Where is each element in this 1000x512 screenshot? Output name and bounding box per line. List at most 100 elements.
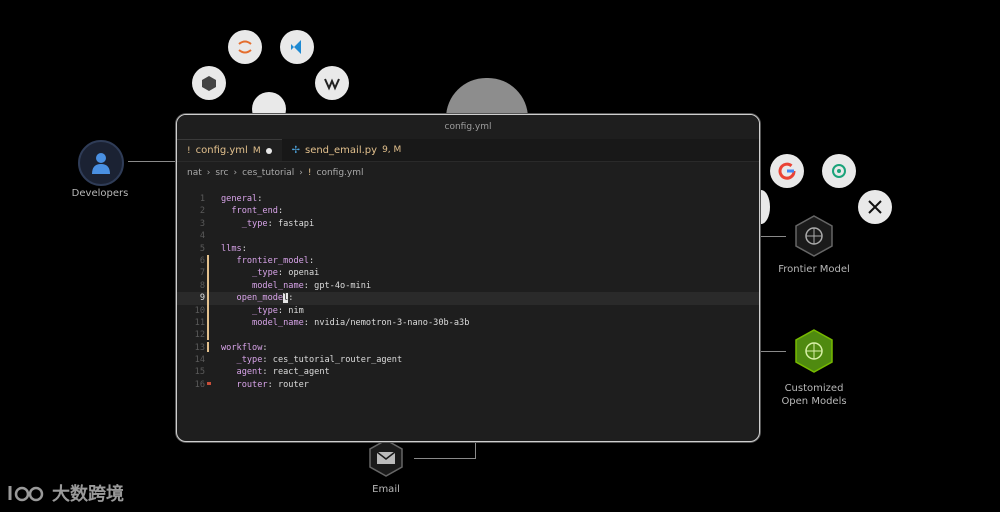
yaml-value: nvidia/nemotron-3-nano-30b-a3b — [308, 317, 470, 328]
yaml-key: _type — [252, 268, 278, 279]
code-text: workflow: — [221, 342, 268, 354]
code-line[interactable]: 12 — [177, 329, 759, 341]
yaml-key: model_name — [252, 317, 304, 328]
yaml-value: ces_tutorial_router_agent — [267, 355, 403, 366]
code-line[interactable]: 7 _type: openai — [177, 267, 759, 279]
frontier-model-label: Frontier Model — [778, 264, 850, 275]
person-icon — [92, 153, 110, 174]
code-text: _type: openai — [221, 267, 319, 279]
code-line[interactable]: 16 router: router — [177, 379, 759, 391]
jupyter-icon — [238, 40, 252, 54]
tab-label: config.yml — [195, 145, 248, 156]
line-number: 12 — [194, 330, 205, 341]
chevron-right-icon: › — [206, 168, 211, 178]
code-line[interactable]: 3 _type: fastapi — [177, 218, 759, 230]
modified-badge: 9, M — [382, 145, 402, 155]
window-title: config.yml — [177, 115, 759, 139]
yaml-key: frontier_model — [236, 255, 309, 266]
yaml-value: router — [272, 379, 309, 390]
developers-arrow — [128, 161, 176, 162]
code-text: _type: nim — [221, 305, 304, 317]
cube-icon — [202, 76, 216, 91]
line-number: 10 — [194, 305, 205, 316]
custom-models-label: Customized Open Models — [764, 382, 864, 408]
chevron-right-icon: › — [299, 168, 303, 178]
breadcrumb-item[interactable]: ces_tutorial — [242, 168, 294, 178]
breadcrumb: nat › src › ces_tutorial › ! config.yml — [177, 162, 759, 184]
openai-icon — [832, 164, 846, 178]
code-line[interactable]: 13 workflow: — [177, 342, 759, 354]
modified-badge: M — [252, 145, 261, 156]
code-text: agent: react_agent — [221, 366, 330, 378]
line-number: 14 — [194, 355, 205, 366]
code-line[interactable]: 11 model_name: nvidia/nemotron-3-nano-30… — [177, 317, 759, 329]
code-text: frontier_model: — [221, 255, 315, 267]
code-line[interactable]: 9 open_model: — [177, 292, 759, 305]
yaml-key: general — [221, 194, 258, 204]
code-line[interactable]: 8 model_name: gpt-4o-mini — [177, 280, 759, 292]
line-number: 1 — [199, 194, 205, 204]
breadcrumb-item[interactable]: nat — [187, 168, 202, 178]
tool-icon-3 — [192, 66, 226, 100]
editor-window: config.yml ! config.yml M ✢ send_email.p… — [176, 114, 760, 442]
yaml-key: model_name — [252, 280, 304, 291]
line-number: 16 — [194, 379, 205, 390]
line-number: 6 — [199, 255, 205, 266]
frontier-arrow — [758, 236, 786, 237]
code-text: _type: fastapi — [221, 218, 314, 230]
code-line[interactable]: 2 front_end: — [177, 205, 759, 217]
code-text: open_model: — [221, 292, 293, 304]
custom-models-label-line2: Open Models — [781, 396, 847, 407]
line-number: 9 — [199, 293, 205, 304]
yaml-key: llms — [221, 243, 242, 254]
yaml-value: react_agent — [267, 367, 330, 378]
watermark-text: 大数跨境 — [52, 484, 124, 505]
tab-send-email-py[interactable]: ✢ send_email.py 9, M — [282, 139, 412, 161]
git-change-marker — [207, 341, 209, 353]
python-file-icon: ✢ — [291, 144, 300, 156]
line-number: 5 — [199, 243, 205, 254]
unsaved-dot-icon[interactable] — [265, 147, 272, 154]
watermark-logo-icon — [8, 486, 44, 502]
code-text: _type: ces_tutorial_router_agent — [221, 354, 403, 366]
tab-config-yml[interactable]: ! config.yml M — [177, 139, 282, 161]
yaml-colon: : — [277, 206, 284, 217]
line-number: 4 — [199, 231, 205, 242]
yaml-value: nim — [283, 305, 304, 316]
tool-icon-1 — [228, 30, 262, 64]
code-line[interactable]: 5 llms: — [177, 243, 759, 255]
yaml-key: open_model — [237, 293, 289, 304]
code-line[interactable]: 4 — [177, 230, 759, 242]
code-editor[interactable]: 1 general: 2 front_end: 3 _type: fastapi 4 5 l… — [177, 193, 759, 391]
yaml-key: _type — [236, 355, 263, 366]
tool-icon-google — [770, 154, 804, 188]
tab-label: send_email.py — [304, 144, 378, 156]
custom-arrow — [758, 351, 786, 352]
code-text: front_end: — [221, 205, 283, 217]
custom-model-icon — [792, 328, 836, 374]
code-line[interactable]: 14 _type: ces_tutorial_router_agent — [177, 354, 759, 366]
tool-icon-2 — [280, 30, 314, 64]
yaml-file-icon: ! — [187, 145, 191, 156]
yaml-key: front_end — [231, 206, 278, 217]
email-icon — [366, 438, 406, 478]
custom-models-label-line1: Customized — [784, 383, 844, 394]
developers-avatar — [78, 140, 124, 186]
code-line[interactable]: 10 _type: nim — [177, 305, 759, 317]
yaml-value: fastapi — [272, 218, 315, 229]
yaml-colon: : — [308, 255, 315, 266]
code-text: model_name: gpt-4o-mini — [221, 280, 371, 292]
breadcrumb-item[interactable]: config.yml — [317, 168, 364, 178]
yaml-key: agent — [236, 367, 263, 378]
code-line[interactable]: 1 general: — [177, 193, 759, 205]
email-connector-v — [475, 440, 476, 458]
git-change-marker — [207, 255, 209, 340]
code-line[interactable]: 6 frontier_model: — [177, 255, 759, 267]
code-line[interactable]: 15 agent: react_agent — [177, 366, 759, 378]
breadcrumb-item[interactable]: src — [215, 168, 228, 178]
